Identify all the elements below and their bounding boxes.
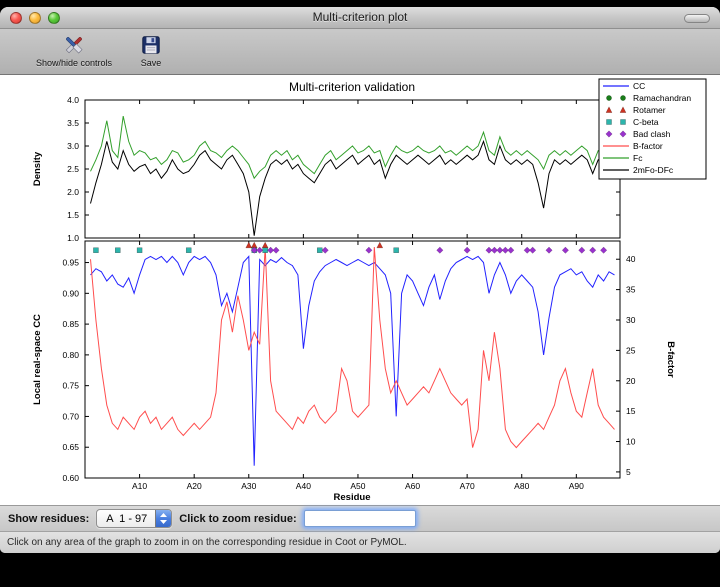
tool-label: Save	[141, 58, 162, 68]
svg-text:C-beta: C-beta	[633, 117, 659, 127]
svg-text:A50: A50	[350, 481, 365, 491]
status-text: Click on any area of the graph to zoom i…	[7, 537, 407, 548]
svg-text:0.75: 0.75	[62, 381, 79, 391]
svg-text:A70: A70	[460, 481, 475, 491]
status-bar: Click on any area of the graph to zoom i…	[0, 531, 720, 553]
show-residues-label: Show residues:	[8, 513, 89, 525]
dropdown-stepper-icon	[155, 509, 171, 528]
plot-title: Multi-criterion validation	[289, 80, 415, 94]
window-title: Multi-criterion plot	[0, 7, 720, 28]
svg-text:A10: A10	[132, 481, 147, 491]
plot-area: Multi-criterion validation 1.0 1.5 2.0 2.5 3.…	[0, 75, 720, 505]
svg-text:2mFo-DFc: 2mFo-DFc	[633, 165, 674, 175]
y-axis-label: Local real-space CC	[32, 314, 43, 405]
dropdown-value: A 1 - 97	[97, 513, 155, 525]
svg-text:Ramachandran: Ramachandran	[633, 93, 691, 103]
svg-text:5: 5	[626, 467, 631, 477]
svg-text:A20: A20	[187, 481, 202, 491]
y-axis-label: Density	[32, 151, 43, 186]
tools-icon	[61, 32, 87, 58]
svg-text:B-factor: B-factor	[633, 141, 663, 151]
svg-text:CC: CC	[633, 81, 645, 91]
svg-text:A40: A40	[296, 481, 311, 491]
svg-text:0.60: 0.60	[62, 473, 79, 483]
svg-text:0.90: 0.90	[62, 288, 79, 298]
tool-label: Show/hide controls	[36, 58, 112, 68]
svg-text:10: 10	[626, 437, 636, 447]
x-axis-label: Residue	[334, 492, 371, 503]
window-controls	[10, 12, 60, 24]
desktop-background: Multi-criterion plot	[0, 0, 720, 587]
svg-text:A60: A60	[405, 481, 420, 491]
show-residues-dropdown[interactable]: A 1 - 97	[96, 509, 172, 528]
svg-text:4.0: 4.0	[67, 95, 79, 105]
y-axis-label-right: B-factor	[665, 341, 676, 378]
validation-figure[interactable]: Multi-criterion validation 1.0 1.5 2.0 2.5 3.…	[0, 75, 720, 505]
zoom-residue-input[interactable]	[304, 510, 416, 527]
svg-text:1.5: 1.5	[67, 210, 79, 220]
toolbar-toggle-button[interactable]	[684, 14, 710, 23]
svg-text:35: 35	[626, 285, 636, 295]
svg-text:40: 40	[626, 254, 636, 264]
panel-1: 0.60 0.65 0.70 0.75 0.80 0.85 0.90 0.95 5 10 15 20 2…	[32, 241, 676, 491]
zoom-window-button[interactable]	[48, 12, 60, 24]
svg-text:15: 15	[626, 406, 636, 416]
close-button[interactable]	[10, 12, 22, 24]
svg-text:0.95: 0.95	[62, 258, 79, 268]
svg-text:A90: A90	[569, 481, 584, 491]
svg-text:2.0: 2.0	[67, 187, 79, 197]
svg-text:A30: A30	[241, 481, 256, 491]
svg-text:3.5: 3.5	[67, 118, 79, 128]
toolbar: Show/hide controls Save	[0, 29, 720, 75]
svg-text:3.0: 3.0	[67, 141, 79, 151]
svg-text:0.80: 0.80	[62, 350, 79, 360]
svg-text:20: 20	[626, 376, 636, 386]
controls-bar: Show residues: A 1 - 97 Click to zoom re…	[0, 505, 720, 531]
zoom-residue-label: Click to zoom residue:	[179, 513, 296, 525]
svg-text:Rotamer: Rotamer	[633, 105, 666, 115]
svg-text:2.5: 2.5	[67, 164, 79, 174]
svg-text:25: 25	[626, 345, 636, 355]
svg-text:Bad clash: Bad clash	[633, 129, 671, 139]
titlebar: Multi-criterion plot	[0, 7, 720, 29]
panel-0: 1.0 1.5 2.0 2.5 3.0 3.5 4.0 Density	[32, 95, 620, 243]
svg-text:0.70: 0.70	[62, 411, 79, 421]
svg-text:A80: A80	[514, 481, 529, 491]
save-icon	[138, 32, 164, 58]
svg-text:30: 30	[626, 315, 636, 325]
svg-text:0.85: 0.85	[62, 319, 79, 329]
svg-text:1.0: 1.0	[67, 233, 79, 243]
show-hide-controls-button[interactable]: Show/hide controls	[36, 32, 112, 68]
multi-criterion-plot-window: Multi-criterion plot	[0, 7, 720, 553]
minimize-button[interactable]	[29, 12, 41, 24]
save-button[interactable]: Save	[138, 32, 164, 68]
svg-text:Fc: Fc	[633, 153, 643, 163]
svg-text:0.65: 0.65	[62, 442, 79, 452]
legend: CC Ramachandran Rotamer C-beta Bad clash B-fa…	[599, 79, 706, 179]
